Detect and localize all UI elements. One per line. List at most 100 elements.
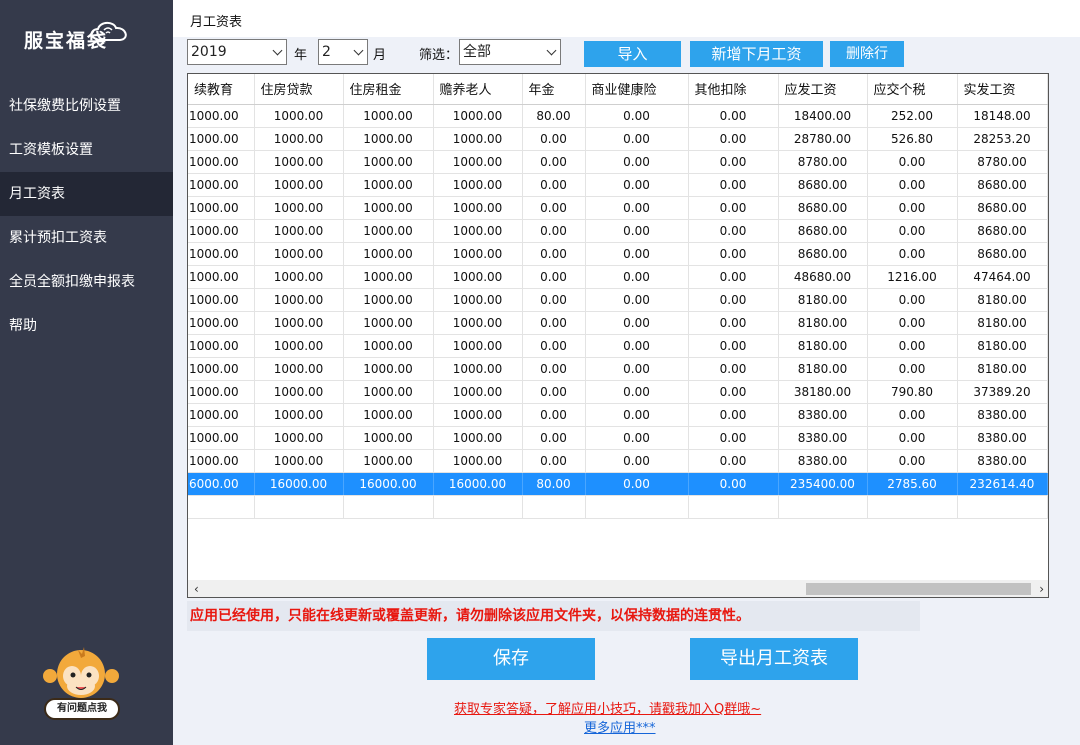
table-cell[interactable]: 0.00 <box>688 150 779 174</box>
table-cell[interactable]: 0.00 <box>585 196 689 220</box>
table-cell[interactable]: 8180.00 <box>778 288 868 312</box>
column-header[interactable]: 住房租金 <box>343 74 434 105</box>
table-cell[interactable]: 1000.00 <box>433 173 523 197</box>
column-header[interactable]: 实发工资 <box>957 74 1048 105</box>
table-cell[interactable]: 8380.00 <box>957 449 1048 473</box>
table-row[interactable]: 1000.00 1000.00 1000.00 1000.00 0.00 0.00 0.00… <box>188 242 1048 266</box>
table-cell[interactable]: 1000.00 <box>433 334 523 358</box>
table-cell[interactable]: 8380.00 <box>778 449 868 473</box>
table-cell[interactable]: 1000.00 <box>343 357 434 381</box>
save-button[interactable]: 保存 <box>427 638 595 680</box>
table-cell[interactable]: 0.00 <box>585 150 689 174</box>
table-cell[interactable]: 8380.00 <box>957 426 1048 450</box>
table-cell[interactable]: 1000.00 <box>188 288 255 312</box>
table-cell[interactable]: 1000.00 <box>254 219 344 243</box>
table-cell[interactable]: 0.00 <box>867 219 958 243</box>
column-header[interactable]: 续教育 <box>188 74 255 105</box>
table-cell[interactable]: 0.00 <box>522 173 586 197</box>
table-cell[interactable]: 0.00 <box>867 150 958 174</box>
table-cell[interactable]: 1000.00 <box>433 265 523 289</box>
table-row[interactable]: 1000.00 1000.00 1000.00 1000.00 0.00 0.00 0.00… <box>188 311 1048 335</box>
table-cell[interactable]: 0.00 <box>522 242 586 266</box>
filter-select[interactable]: 全部 <box>459 39 561 65</box>
table-cell[interactable]: 1000.00 <box>254 334 344 358</box>
table-cell[interactable]: 1000.00 <box>188 127 255 151</box>
table-cell[interactable]: 0.00 <box>522 357 586 381</box>
table-cell[interactable]: 0.00 <box>585 104 689 128</box>
table-cell[interactable]: 80.00 <box>522 472 586 496</box>
table-cell[interactable]: 1000.00 <box>254 357 344 381</box>
table-row[interactable]: 1000.00 1000.00 1000.00 1000.00 0.00 0.00 0.00… <box>188 288 1048 312</box>
table-cell[interactable]: 8180.00 <box>778 357 868 381</box>
table-cell[interactable]: 8680.00 <box>778 219 868 243</box>
table-cell[interactable]: 0.00 <box>688 104 779 128</box>
table-row[interactable]: 1000.00 1000.00 1000.00 1000.00 0.00 0.00 0.00… <box>188 380 1048 404</box>
table-cell[interactable]: 1000.00 <box>433 242 523 266</box>
table-cell[interactable]: 0.00 <box>585 265 689 289</box>
table-cell[interactable]: 0.00 <box>867 173 958 197</box>
table-row[interactable]: 1000.00 1000.00 1000.00 1000.00 0.00 0.00 0.00… <box>188 357 1048 381</box>
table-row[interactable]: 1000.00 1000.00 1000.00 1000.00 0.00 0.00 0.00… <box>188 334 1048 358</box>
table-cell[interactable]: 0.00 <box>688 219 779 243</box>
expert-help-link[interactable]: 获取专家答疑，了解应用小技巧，请戳我加入Q群哦~ <box>454 698 761 717</box>
table-cell[interactable]: 8680.00 <box>957 219 1048 243</box>
table-cell[interactable]: 16000.00 <box>254 472 344 496</box>
table-cell[interactable]: 8380.00 <box>778 426 868 450</box>
table-cell[interactable]: 235400.00 <box>778 472 868 496</box>
table-cell[interactable]: 1000.00 <box>343 173 434 197</box>
table-cell[interactable]: 8180.00 <box>957 288 1048 312</box>
table-cell[interactable]: 1000.00 <box>433 449 523 473</box>
scroll-left-icon[interactable]: ‹ <box>194 582 199 596</box>
table-cell[interactable]: 0.00 <box>522 265 586 289</box>
table-cell[interactable]: 0.00 <box>522 380 586 404</box>
table-cell[interactable]: 0.00 <box>688 311 779 335</box>
table-cell[interactable] <box>254 495 344 519</box>
table-cell[interactable]: 1000.00 <box>343 150 434 174</box>
table-cell[interactable]: 1000.00 <box>188 173 255 197</box>
column-header[interactable]: 赡养老人 <box>433 74 523 105</box>
table-cell[interactable]: 0.00 <box>585 380 689 404</box>
sidebar-item[interactable]: 全员全额扣缴申报表 <box>0 260 173 304</box>
table-cell[interactable]: 0.00 <box>522 449 586 473</box>
table-cell[interactable]: 38180.00 <box>778 380 868 404</box>
table-cell[interactable]: 0.00 <box>688 242 779 266</box>
horizontal-scrollbar[interactable]: ‹ › <box>188 580 1048 597</box>
table-cell[interactable]: 1000.00 <box>433 196 523 220</box>
table-cell[interactable]: 0.00 <box>522 127 586 151</box>
table-cell[interactable]: 1216.00 <box>867 265 958 289</box>
table-cell[interactable]: 8380.00 <box>778 403 868 427</box>
table-cell[interactable]: 0.00 <box>585 173 689 197</box>
scroll-right-icon[interactable]: › <box>1039 582 1044 596</box>
table-cell[interactable]: 1000.00 <box>188 150 255 174</box>
table-row[interactable]: 1000.00 1000.00 1000.00 1000.00 0.00 0.00 0.00… <box>188 449 1048 473</box>
table-cell[interactable]: 0.00 <box>688 426 779 450</box>
table-cell[interactable]: 0.00 <box>522 311 586 335</box>
table-cell[interactable]: 1000.00 <box>433 219 523 243</box>
table-row[interactable]: 1000.00 1000.00 1000.00 1000.00 0.00 0.00 0.00… <box>188 150 1048 174</box>
table-cell[interactable]: 0.00 <box>522 403 586 427</box>
table-cell[interactable]: 0.00 <box>867 426 958 450</box>
column-header[interactable]: 应发工资 <box>778 74 868 105</box>
table-cell[interactable]: 8180.00 <box>957 334 1048 358</box>
table-cell[interactable]: 0.00 <box>688 288 779 312</box>
table-cell[interactable]: 0.00 <box>688 449 779 473</box>
table-cell[interactable]: 1000.00 <box>254 265 344 289</box>
table-cell[interactable]: 18148.00 <box>957 104 1048 128</box>
column-header[interactable]: 商业健康险 <box>585 74 689 105</box>
table-cell[interactable]: 0.00 <box>867 449 958 473</box>
table-cell[interactable]: 1000.00 <box>433 380 523 404</box>
table-cell[interactable]: 1000.00 <box>188 104 255 128</box>
table-cell[interactable]: 0.00 <box>688 472 779 496</box>
table-cell[interactable]: 0.00 <box>688 196 779 220</box>
table-cell[interactable]: 1000.00 <box>343 449 434 473</box>
table-cell[interactable]: 0.00 <box>585 311 689 335</box>
table-cell[interactable]: 28253.20 <box>957 127 1048 151</box>
table-cell[interactable]: 1000.00 <box>188 196 255 220</box>
table-cell[interactable]: 1000.00 <box>254 311 344 335</box>
table-cell[interactable]: 1000.00 <box>254 403 344 427</box>
delete-row-button[interactable]: 删除行 <box>830 41 904 67</box>
table-cell[interactable]: 16000.00 <box>433 472 523 496</box>
table-cell[interactable]: 1000.00 <box>254 104 344 128</box>
table-cell[interactable]: 1000.00 <box>188 357 255 381</box>
table-cell[interactable]: 2785.60 <box>867 472 958 496</box>
